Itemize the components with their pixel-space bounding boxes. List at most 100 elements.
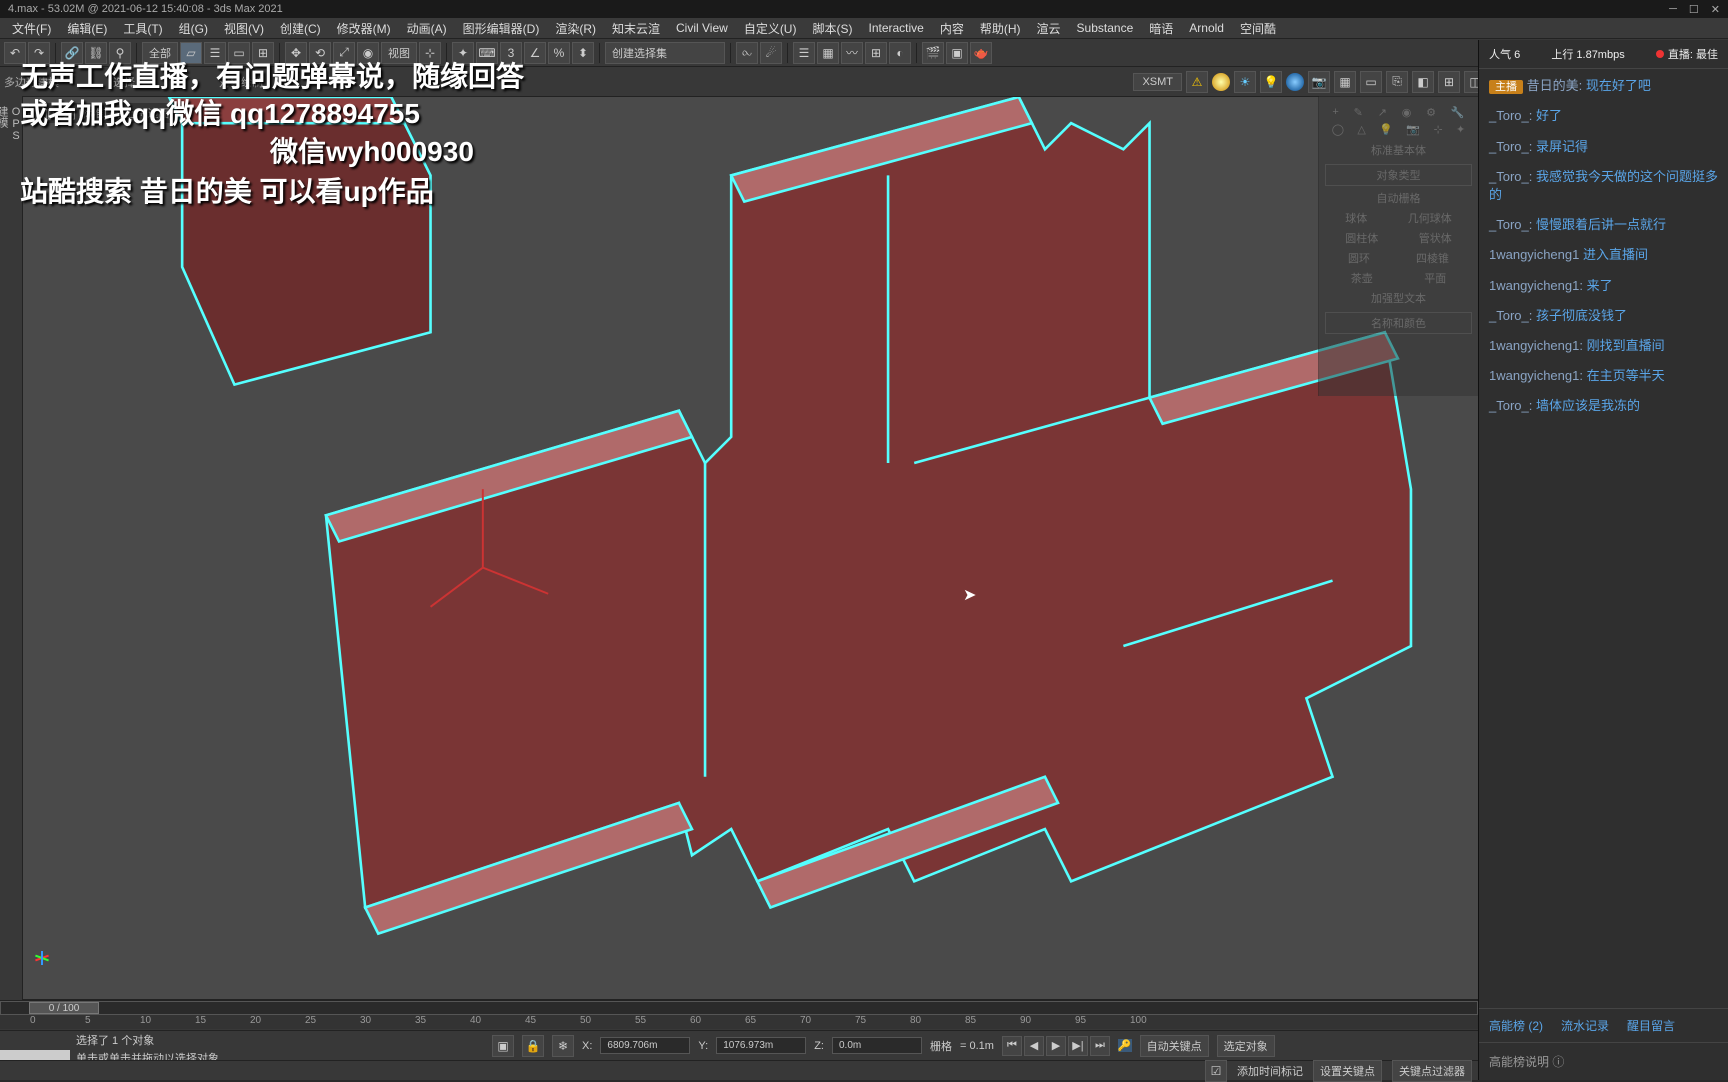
menu-group[interactable]: 组(G) [171, 18, 216, 39]
warn-icon[interactable]: ⚠ [1186, 71, 1208, 93]
menu-graph-editors[interactable]: 图形编辑器(D) [455, 18, 548, 39]
isolate-icon[interactable]: ◧ [1412, 71, 1434, 93]
menu-xuanyun[interactable]: 渲云 [1029, 18, 1069, 39]
manipulate-button[interactable]: ✦ [452, 42, 474, 64]
setkey-button[interactable]: 设置关键点 [1313, 1060, 1382, 1082]
keyboard-shortcut-button[interactable]: ⌨ [476, 42, 498, 64]
move-button[interactable]: ✥ [285, 42, 307, 64]
unlink-button[interactable]: ⛓ [85, 42, 107, 64]
select-icon[interactable]: ▭ [1360, 71, 1382, 93]
cp-btn[interactable]: 几何球体 [1408, 210, 1452, 226]
sphere-icon[interactable] [1286, 73, 1304, 91]
xsmt-label[interactable]: XSMT [1133, 73, 1182, 91]
angle-snap-button[interactable]: ∠ [524, 42, 546, 64]
menu-scripting[interactable]: 脚本(S) [804, 18, 860, 39]
select-by-name-button[interactable]: ☰ [204, 42, 226, 64]
rotate-button[interactable]: ⟲ [309, 42, 331, 64]
menu-content[interactable]: 内容 [932, 18, 972, 39]
cp-btn[interactable]: 四棱锥 [1416, 250, 1449, 266]
selection-filter[interactable]: 选定对象 [1217, 1035, 1275, 1057]
y-coord[interactable]: 1076.973m [716, 1037, 806, 1054]
goto-end-icon[interactable]: ⏭ [1090, 1036, 1110, 1056]
curve-editor-button[interactable]: 〰 [841, 42, 863, 64]
tab-pinned[interactable]: 醒目留言 [1627, 1017, 1675, 1034]
tab-flow[interactable]: 流水记录 [1561, 1017, 1609, 1034]
rail-item[interactable]: OPS [10, 106, 22, 990]
ref-coord-dropdown[interactable]: 视图 [381, 42, 417, 64]
menu-tools[interactable]: 工具(T) [115, 18, 170, 39]
placement-button[interactable]: ◉ [357, 42, 379, 64]
menu-civil-view[interactable]: Civil View [668, 19, 736, 37]
link-button[interactable]: 🔗 [61, 42, 83, 64]
time-ruler[interactable]: 0510152025303540455055606570758085909510… [0, 1015, 1478, 1029]
cp-autogrid[interactable]: 自动栅格 [1325, 190, 1472, 206]
selection-filter-dropdown[interactable]: 全部 [142, 42, 178, 64]
align-button[interactable]: ☄ [760, 42, 782, 64]
prev-frame-icon[interactable]: ◀ [1024, 1036, 1044, 1056]
checkbox-icon[interactable]: ☑ [1205, 1060, 1227, 1082]
schematic-view-button[interactable]: ⊞ [865, 42, 887, 64]
chat-messages[interactable]: 主播 昔日的美: 现在好了吧 _Toro_: 好了 _Toro_: 录屏记得 _… [1479, 69, 1728, 1008]
window-crossing-button[interactable]: ⊞ [252, 42, 274, 64]
selection-lock-icon[interactable]: ❄ [552, 1035, 574, 1057]
sun-icon[interactable]: ☀ [1234, 71, 1256, 93]
cp-btn[interactable]: 圆环 [1348, 250, 1370, 266]
menu-file[interactable]: 文件(F) [4, 18, 59, 39]
percent-snap-button[interactable]: % [548, 42, 570, 64]
bind-button[interactable]: ⚲ [109, 42, 131, 64]
minimize-icon[interactable]: ─ [1669, 3, 1677, 16]
cp-btn[interactable]: 管状体 [1419, 230, 1452, 246]
close-icon[interactable]: ✕ [1711, 3, 1720, 16]
menu-create[interactable]: 创建(C) [272, 18, 329, 39]
material-editor-button[interactable]: ◐ [889, 42, 911, 64]
copy-icon[interactable]: ⎘ [1386, 71, 1408, 93]
cp-btn[interactable]: 球体 [1345, 210, 1367, 226]
cp-btn[interactable]: 茶壶 [1351, 270, 1373, 286]
time-knob[interactable]: 0 / 100 [29, 1002, 99, 1014]
pivot-center-button[interactable]: ⊹ [419, 42, 441, 64]
maximize-icon[interactable]: ☐ [1689, 3, 1699, 16]
menu-customize[interactable]: 自定义(U) [736, 18, 805, 39]
spinner-snap-button[interactable]: ⬍ [572, 42, 594, 64]
redo-button[interactable]: ↷ [28, 42, 50, 64]
cp-btn[interactable]: 加强型文本 [1371, 290, 1426, 306]
undo-button[interactable]: ↶ [4, 42, 26, 64]
toggle-ribbon-button[interactable]: ▦ [817, 42, 839, 64]
menu-anyu[interactable]: 暗语 [1141, 18, 1181, 39]
chat-footer[interactable]: 高能榜说明 ⓘ [1479, 1042, 1728, 1080]
cp-btn[interactable]: 圆柱体 [1345, 230, 1378, 246]
autokey-button[interactable]: 自动关键点 [1140, 1035, 1209, 1057]
menu-zhimo[interactable]: 知末云渲 [604, 18, 668, 39]
menu-interactive[interactable]: Interactive [860, 19, 931, 37]
tab-leaderboard[interactable]: 高能榜 (2) [1489, 1017, 1543, 1034]
rail-item[interactable]: 建模 [0, 106, 10, 990]
snap-toggle-button[interactable]: 3 [500, 42, 522, 64]
mirror-button[interactable]: ⧜ [736, 42, 758, 64]
play-icon[interactable]: ▶ [1046, 1036, 1066, 1056]
bulb-icon[interactable]: 💡 [1260, 71, 1282, 93]
light-icon[interactable] [1212, 73, 1230, 91]
menu-kongjianku[interactable]: 空间酷 [1232, 18, 1284, 39]
add-time-tag[interactable]: 添加时间标记 [1237, 1063, 1303, 1079]
menu-help[interactable]: 帮助(H) [972, 18, 1029, 39]
z-coord[interactable]: 0.0m [832, 1037, 922, 1054]
grid-icon[interactable]: ⊞ [1438, 71, 1460, 93]
uvw-icon[interactable]: ▦ [1334, 71, 1356, 93]
menu-substance[interactable]: Substance [1069, 19, 1142, 37]
rendered-frame-button[interactable]: ▣ [946, 42, 968, 64]
menu-views[interactable]: 视图(V) [216, 18, 272, 39]
x-coord[interactable]: 6809.706m [600, 1037, 690, 1054]
menu-arnold[interactable]: Arnold [1181, 19, 1232, 37]
menu-modifiers[interactable]: 修改器(M) [329, 18, 399, 39]
goto-start-icon[interactable]: ⏮ [1002, 1036, 1022, 1056]
menu-animation[interactable]: 动画(A) [399, 18, 455, 39]
time-slider[interactable]: 0 / 100 [0, 1001, 1478, 1015]
render-button[interactable]: 🫖 [970, 42, 992, 64]
next-frame-icon[interactable]: ▶| [1068, 1036, 1088, 1056]
layer-explorer-button[interactable]: ☰ [793, 42, 815, 64]
isolate-toggle-icon[interactable]: ▣ [492, 1035, 514, 1057]
cp-btn[interactable]: 平面 [1424, 270, 1446, 286]
select-object-button[interactable]: ▱ [180, 42, 202, 64]
keyfilter-button[interactable]: 关键点过滤器 [1392, 1060, 1472, 1082]
render-setup-button[interactable]: 🎬 [922, 42, 944, 64]
